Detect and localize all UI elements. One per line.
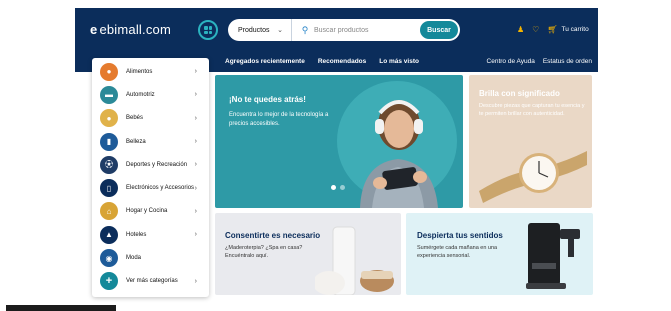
category-label: Electrónicos y Accesorios [126, 185, 195, 192]
watch-banner-subtitle: Descubre piezas que capturan tu esencia … [479, 103, 585, 117]
chevron-right-icon: › [194, 207, 197, 215]
category-label: Ver más categorías [126, 278, 178, 285]
hotel-icon: ▲ [100, 225, 118, 244]
site-header: e ebimall.com Productos ⌄ ⚲ Buscar ♟ ♡ 🛒… [75, 8, 598, 52]
electronics-icon: ▯ [100, 179, 118, 198]
grid-icon [204, 26, 212, 34]
logo[interactable]: e ebimall.com [90, 22, 171, 37]
nav-left: Agregados recientemente Recomendados Lo … [225, 58, 419, 65]
category-item-automotriz[interactable]: ▬ Automotriz › [92, 83, 209, 106]
carousel-dot[interactable] [340, 185, 345, 190]
header-actions: ♟ ♡ 🛒︎ Tu carrito [517, 25, 589, 34]
chevron-right-icon: › [194, 68, 197, 76]
status-tooltip-bar [6, 305, 116, 311]
nav-link-order-status[interactable]: Estatus de orden [543, 58, 592, 65]
watch-banner[interactable]: Brilla con significado Descubre piezas q… [469, 75, 592, 208]
nav-link-recommended[interactable]: Recomendados [318, 58, 366, 65]
search-input[interactable] [314, 26, 420, 34]
category-item-hogar[interactable]: ⌂ Hogar y Cocina › [92, 200, 209, 223]
plus-icon: + [100, 272, 118, 291]
chevron-right-icon: › [194, 138, 197, 146]
category-item-alimentos[interactable]: ● Alimentos › [92, 60, 209, 83]
category-item-hoteles[interactable]: ▲ Hoteles › [92, 223, 209, 246]
home-icon: ⌂ [100, 202, 118, 221]
beauty-icon: ▮ [100, 132, 118, 151]
category-label: Hogar y Cocina [126, 208, 168, 215]
user-icon[interactable]: ♟ [517, 25, 524, 34]
spa-banner-subtitle: ¿Maderoterpia? ¿Spa en casa? Encuéntralo… [225, 245, 303, 260]
food-icon: ● [100, 62, 118, 81]
chevron-right-icon: › [194, 91, 197, 99]
carousel-dot[interactable] [331, 185, 336, 190]
hero-title: ¡No te quedes atrás! [229, 95, 306, 104]
search-category-select[interactable]: Productos ⌄ [228, 19, 292, 41]
category-item-moda[interactable]: ◉ Moda [92, 246, 209, 269]
chevron-right-icon: › [194, 277, 197, 285]
hero-subtitle: Encuentra lo mejor de la tecnología a pr… [229, 112, 329, 127]
watch-banner-title: Brilla con significado [479, 89, 560, 98]
chevron-right-icon: › [194, 184, 197, 192]
category-label: Hoteles [126, 231, 147, 238]
baby-icon: ● [100, 109, 118, 128]
spa-banner[interactable]: Consentirte es necesario ¿Maderoterpia? … [215, 213, 401, 295]
category-label: Deportes y Recreación [126, 161, 188, 168]
chevron-down-icon: ⌄ [277, 27, 283, 34]
category-label: Bebés [126, 115, 144, 122]
category-label: Automotriz [126, 91, 155, 98]
cart-label[interactable]: Tu carrito [562, 26, 589, 33]
category-label: Belleza [126, 138, 146, 145]
fashion-icon: ◉ [100, 249, 118, 268]
coffee-machine-image [526, 223, 580, 289]
category-item-belleza[interactable]: ▮ Belleza › [92, 130, 209, 153]
spa-products-image [315, 226, 394, 295]
coffee-banner-subtitle: Sumérgete cada mañana en una experiencia… [417, 245, 498, 260]
watch-image [479, 151, 587, 203]
category-item-electronicos[interactable]: ▯ Electrónicos y Accesorios › [92, 176, 209, 199]
coffee-banner[interactable]: Despierta tus sentidos Sumérgete cada ma… [406, 213, 593, 295]
carousel-dots [331, 185, 345, 190]
soccer-icon: ⚽︎ [100, 155, 118, 174]
category-item-ver-mas[interactable]: + Ver más categorías › [92, 270, 209, 293]
cart-icon[interactable]: 🛒︎ [547, 25, 557, 34]
search-bar: Productos ⌄ ⚲ Buscar [228, 19, 460, 41]
nav-link-recent[interactable]: Agregados recientemente [225, 58, 305, 65]
category-dropdown: ● Alimentos › ▬ Automotriz › ● Bebés › ▮… [92, 58, 209, 297]
heart-icon[interactable]: ♡ [532, 25, 539, 34]
page: e ebimall.com Productos ⌄ ⚲ Buscar ♟ ♡ 🛒… [0, 0, 671, 311]
search-category-value: Productos [238, 26, 270, 34]
search-button[interactable]: Buscar [420, 21, 458, 39]
chevron-right-icon: › [194, 114, 197, 122]
coffee-banner-title: Despierta tus sentidos [417, 231, 503, 240]
logo-text: ebimall.com [99, 22, 171, 37]
car-icon: ▬ [100, 85, 118, 104]
search-icon: ⚲ [301, 24, 309, 35]
logo-mark: e [90, 22, 98, 37]
person-with-phone-image [360, 100, 438, 208]
category-label: Moda [126, 255, 142, 262]
nav-link-help[interactable]: Centro de Ayuda [487, 58, 535, 65]
nav-link-most-viewed[interactable]: Lo más visto [379, 58, 419, 65]
category-item-deportes[interactable]: ⚽︎ Deportes y Recreación › [92, 153, 209, 176]
chevron-right-icon: › [194, 231, 197, 239]
chevron-right-icon: › [194, 161, 197, 169]
nav-right: Centro de Ayuda Estatus de orden [487, 58, 592, 65]
spa-banner-title: Consentirte es necesario [225, 231, 321, 240]
categories-menu-button[interactable] [198, 20, 218, 40]
category-label: Alimentos [126, 68, 153, 75]
category-item-bebes[interactable]: ● Bebés › [92, 107, 209, 130]
hero-banner[interactable]: ¡No te quedes atrás! Encuentra lo mejor … [215, 75, 463, 208]
